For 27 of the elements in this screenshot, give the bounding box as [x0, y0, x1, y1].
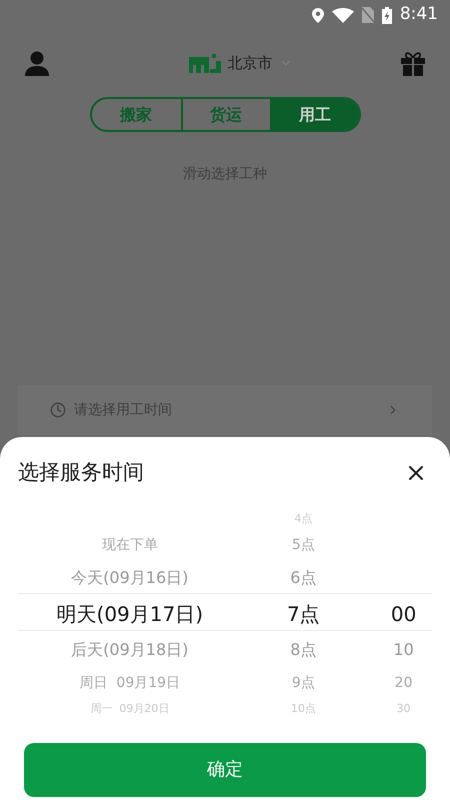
picker-option[interactable]: 现在下单 — [102, 538, 158, 552]
city-selector[interactable]: 北京市 — [228, 52, 272, 74]
picker-option[interactable]: 今天(09月16日) — [71, 570, 188, 586]
picker-option[interactable]: 后天(09月18日) — [71, 642, 188, 658]
picker-option[interactable]: 8点 — [290, 642, 316, 658]
picker-option[interactable]: 明天(09月17日) — [56, 604, 204, 624]
clock-icon — [50, 402, 66, 418]
gift-icon[interactable] — [400, 50, 426, 76]
logo-icon — [188, 53, 222, 73]
segment-tab[interactable]: 搬家 — [92, 99, 180, 130]
no-sim-icon — [362, 7, 374, 23]
picker-option[interactable]: 9点 — [292, 676, 315, 690]
confirm-button[interactable]: 确定 — [24, 742, 426, 796]
picker-option[interactable]: 5点 — [292, 538, 315, 552]
battery-charging-icon — [382, 6, 392, 24]
profile-icon[interactable] — [24, 50, 50, 76]
status-time: 8:41 — [400, 3, 438, 26]
picker-option[interactable]: 00 — [390, 604, 416, 624]
sheet-title: 选择服务时间 — [18, 459, 144, 486]
picker-option[interactable]: 20 — [394, 676, 412, 690]
wifi-icon — [332, 8, 354, 22]
picker-option[interactable]: 10 — [393, 642, 414, 658]
location-icon — [312, 8, 324, 22]
segment-tab[interactable]: 用工 — [270, 99, 358, 130]
picker-option[interactable]: 7点 — [286, 604, 320, 624]
picker-option[interactable]: 周日 09月19日 — [80, 676, 180, 690]
picker-option[interactable]: 6点 — [290, 570, 316, 586]
